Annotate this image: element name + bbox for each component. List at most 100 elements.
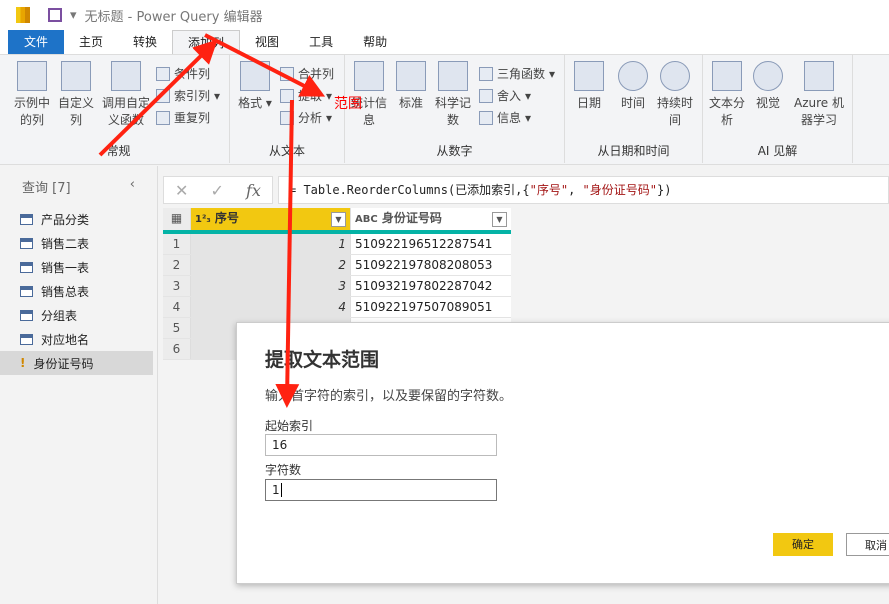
tab-transform[interactable]: 转换 [118, 30, 172, 54]
dialog-description: 输入首字符的索引，以及要保留的字符数。 [265, 389, 513, 404]
merge-columns-button[interactable]: 合并列 [280, 65, 334, 82]
column-from-examples-button[interactable]: 示例中的列 [12, 61, 52, 129]
extract-button[interactable]: 提取 ▾ [280, 87, 332, 104]
standard-button[interactable]: 标准 [395, 61, 427, 112]
parse-button[interactable]: 分析 ▾ [280, 109, 332, 126]
query-item[interactable]: 销售一表 [0, 255, 157, 279]
start-index-input[interactable]: 16 [265, 434, 497, 456]
text-lines-icon [712, 61, 742, 91]
calendar-icon [574, 61, 604, 91]
range-annotation: 范围 [334, 96, 362, 112]
tab-file[interactable]: 文件 [8, 30, 64, 54]
clock-icon [618, 61, 648, 91]
number-type-icon: 1²₃ [195, 214, 211, 225]
flask-icon [804, 61, 834, 91]
tab-help[interactable]: 帮助 [348, 30, 402, 54]
rounding-icon [479, 88, 493, 103]
row-number: 4 [163, 297, 191, 317]
table-icon [20, 213, 33, 225]
query-item[interactable]: 对应地名 [0, 327, 157, 351]
id-cell[interactable]: 510932197802287042 [351, 276, 511, 296]
format-button[interactable]: 格式 ▾ [238, 61, 272, 112]
date-button[interactable]: 日期 [571, 61, 607, 112]
query-item[interactable]: 分组表 [0, 303, 157, 327]
conditional-column-button[interactable]: 条件列 [156, 65, 210, 82]
query-item-selected[interactable]: ! 身份证号码 [0, 351, 153, 375]
tab-home[interactable]: 主页 [64, 30, 118, 54]
abc-format-icon [240, 61, 270, 91]
conditional-column-icon [156, 66, 170, 81]
table-icon [20, 333, 33, 345]
table-row: 3 3 510932197802287042 [163, 276, 511, 297]
column-header-id[interactable]: ABC 身份证号码 ▼ [351, 208, 511, 230]
custom-column-icon [61, 61, 91, 91]
function-icon [111, 61, 141, 91]
tab-tools[interactable]: 工具 [294, 30, 348, 54]
start-index-label: 起始索引 [265, 419, 314, 433]
information-button[interactable]: 信息 ▾ [479, 109, 531, 126]
char-count-input[interactable]: 1 [265, 479, 497, 501]
group-from-number: 统计信息 标准 科学记数 三角函数 ▾ 舍入 ▾ 信息 ▾ 从数字 [345, 55, 565, 163]
ok-button[interactable]: 确定 [773, 533, 833, 556]
id-cell[interactable]: 510922197507089051 [351, 297, 511, 317]
text-analytics-button[interactable]: 文本分析 [709, 61, 745, 129]
group-label: 从文本 [268, 144, 305, 158]
row-number: 2 [163, 255, 191, 275]
id-cell[interactable]: 510922197808208053 [351, 255, 511, 275]
index-cell[interactable]: 3 [191, 276, 351, 296]
index-cell[interactable]: 1 [191, 234, 351, 254]
filter-dropdown-icon[interactable]: ▼ [492, 211, 507, 227]
row-number: 3 [163, 276, 191, 296]
rounding-button[interactable]: 舍入 ▾ [479, 87, 531, 104]
power-bi-logo-icon [16, 7, 30, 23]
queries-header: 查询 [7] [22, 181, 71, 196]
duplicate-column-icon [156, 110, 170, 125]
tab-view[interactable]: 视图 [240, 30, 294, 54]
title-bar: ▾ 无标题 - Power Query 编辑器 [0, 0, 889, 30]
ribbon: 示例中的列 自定义列 调用自定义函数 条件列 索引列 ▾ 重复列 常规 格式 ▾… [0, 55, 889, 165]
custom-column-button[interactable]: 自定义列 [58, 61, 94, 129]
collapse-chevron-icon[interactable]: ‹ [130, 177, 135, 196]
duration-button[interactable]: 持续时间 [657, 61, 693, 129]
query-item[interactable]: 销售二表 [0, 231, 157, 255]
table-row: 4 4 510922197507089051 [163, 297, 511, 318]
ribbon-tabs: 文件 主页 转换 添加列 视图 工具 帮助 [0, 30, 889, 55]
table-icon [20, 261, 33, 273]
index-column-button[interactable]: 索引列 ▾ [156, 87, 220, 104]
info-icon [479, 110, 493, 125]
queries-pane: 查询 [7] ‹ 产品分类 销售二表 销售一表 销售总表 分组表 对应地名 ! 身份… [0, 166, 158, 604]
query-item[interactable]: 销售总表 [0, 279, 157, 303]
fx-icon[interactable]: fx [246, 181, 261, 200]
save-icon[interactable] [48, 8, 62, 22]
scientific-button[interactable]: 科学记数 [433, 61, 473, 129]
filter-dropdown-icon[interactable]: ▼ [331, 211, 346, 227]
query-item[interactable]: 产品分类 [0, 207, 157, 231]
index-cell[interactable]: 4 [191, 297, 351, 317]
tab-add-column[interactable]: 添加列 [172, 30, 241, 54]
invoke-custom-function-button[interactable]: 调用自定义函数 [100, 61, 152, 129]
parse-icon [280, 110, 294, 125]
column-header-index[interactable]: 1²₃ 序号 ▼ [191, 208, 351, 230]
dialog-title: 提取文本范围 [265, 349, 380, 371]
trigonometry-button[interactable]: 三角函数 ▾ [479, 65, 555, 82]
index-cell[interactable]: 2 [191, 255, 351, 275]
formula-input[interactable]: = Table.ReorderColumns(已添加索引,{"序号", "身份证… [278, 176, 889, 204]
id-cell[interactable]: 510922196512287541 [351, 234, 511, 254]
warning-icon: ! [20, 356, 26, 370]
cancel-x-icon[interactable]: ✕ [175, 181, 188, 200]
stopwatch-icon [660, 61, 690, 91]
azure-ml-button[interactable]: Azure 机器学习 [789, 61, 849, 129]
confirm-check-icon[interactable]: ✓ [211, 181, 224, 200]
index-column-icon [156, 88, 170, 103]
duplicate-column-button[interactable]: 重复列 [156, 109, 210, 126]
time-button[interactable]: 时间 [615, 61, 651, 112]
quick-access-dropdown-icon[interactable]: ▾ [70, 8, 77, 23]
vision-button[interactable]: 视觉 [753, 61, 783, 112]
table-menu-icon[interactable]: ▦ [163, 208, 191, 230]
group-ai-insights: 文本分析 视觉 Azure 机器学习 AI 见解 [703, 55, 853, 163]
cancel-button[interactable]: 取消 [846, 533, 889, 556]
group-label: 常规 [106, 144, 131, 158]
row-number: 5 [163, 318, 191, 338]
eye-icon [753, 61, 783, 91]
group-from-datetime: 日期 时间 持续时间 从日期和时间 [565, 55, 703, 163]
